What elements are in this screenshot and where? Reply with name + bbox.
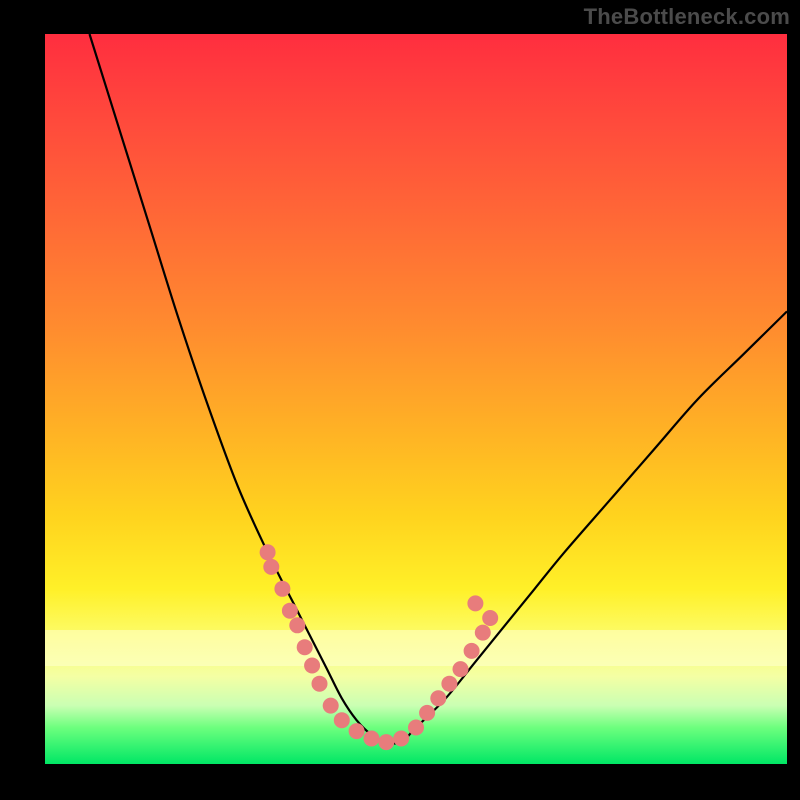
highlight-dots-group	[260, 544, 499, 750]
highlight-dot	[312, 676, 328, 692]
highlight-dot	[282, 603, 298, 619]
highlight-dot	[263, 559, 279, 575]
highlight-dot	[349, 723, 365, 739]
highlight-dot	[475, 625, 491, 641]
highlight-dot	[297, 639, 313, 655]
highlight-dot	[274, 581, 290, 597]
highlight-dot	[393, 731, 409, 747]
highlight-dot	[408, 720, 424, 736]
highlight-dot	[467, 595, 483, 611]
highlight-dot	[482, 610, 498, 626]
curve-layer	[45, 34, 787, 764]
highlight-dot	[260, 544, 276, 560]
highlight-dot	[430, 690, 446, 706]
watermark-text: TheBottleneck.com	[584, 4, 790, 30]
highlight-dot	[441, 676, 457, 692]
highlight-dot	[453, 661, 469, 677]
highlight-dot	[364, 731, 380, 747]
highlight-dot	[378, 734, 394, 750]
highlight-dot	[289, 617, 305, 633]
highlight-dot	[334, 712, 350, 728]
highlight-dot	[304, 658, 320, 674]
highlight-dot	[419, 705, 435, 721]
highlight-dot	[464, 643, 480, 659]
highlight-dot	[323, 698, 339, 714]
chart-frame: TheBottleneck.com	[0, 0, 800, 800]
bottleneck-curve	[90, 34, 788, 743]
